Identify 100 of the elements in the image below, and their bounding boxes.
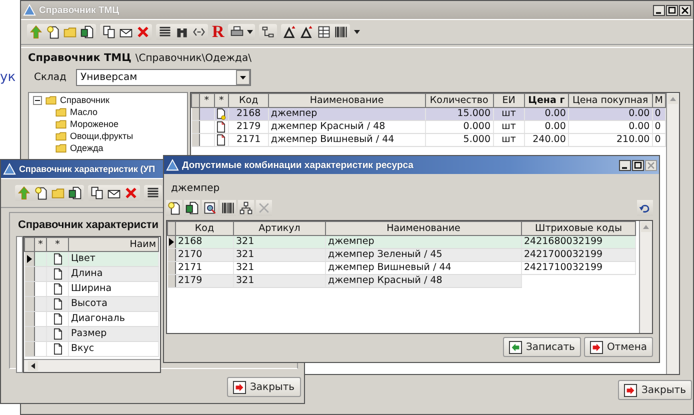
new-document-icon[interactable] [34,186,48,200]
barcode-icon[interactable] [334,25,348,39]
table-cell: 321 [236,275,254,286]
window-title: Допустимые комбинации характеристик ресурса [182,160,414,170]
table-cell: джемпер [328,236,374,247]
column-header[interactable]: * [214,94,229,108]
document-save-icon[interactable] [80,25,94,39]
exit-icon [624,384,638,396]
printer-icon[interactable] [230,25,244,39]
folder-icon [45,94,57,106]
table-icon[interactable] [317,25,332,39]
column-header[interactable]: * [46,238,68,252]
column-header[interactable]: М [652,94,666,108]
column-header[interactable]: Код [176,222,234,236]
tree-item[interactable]: Мороженое [70,119,119,129]
table-cell: 2171 [228,134,268,146]
column-header[interactable]: * [34,238,46,252]
column-header[interactable]: Наименование [326,222,522,236]
new-document-icon[interactable] [166,200,182,216]
table-cell: 2168 [178,236,202,247]
close-window-button[interactable]: Закрыть [618,380,692,400]
cancel-button[interactable]: Отмена [584,337,653,357]
column-header[interactable]: Наименование [268,94,426,108]
scrollbar[interactable] [666,93,679,374]
collapse-toggle-icon[interactable] [33,96,42,104]
caret-icon[interactable] [247,30,254,34]
document-icon [52,253,62,265]
scroll-left-icon[interactable] [28,361,38,371]
warehouse-dropdown[interactable]: Универсам [76,69,252,86]
table-cell: джемпер [268,108,426,120]
document-search-icon[interactable] [202,200,218,216]
column-header[interactable]: * [199,94,214,108]
warehouse-label: Склад [34,72,66,83]
copy-icon[interactable] [102,25,116,39]
new-document-icon [216,108,226,120]
close-button[interactable] [679,4,691,16]
column-header[interactable]: Штриховые коды [522,222,636,236]
folder-icon [55,106,67,118]
table-cell: 2179 [178,275,202,286]
column-header[interactable]: Наим [68,238,158,252]
table-cell: Вкус [68,342,158,356]
window-title: Справочник характеристик (УП [19,164,156,174]
table-cell: Длина [68,266,158,282]
new-document-icon[interactable] [46,25,60,39]
close-window-button[interactable]: Закрыть [227,377,301,397]
minimize-button[interactable] [619,160,631,170]
table-cell: 2171 [178,262,202,273]
minimize-button[interactable] [653,4,665,16]
window-title: Справочник ТМЦ [39,4,120,16]
tree-item[interactable]: Одежда [70,143,104,153]
tree-item[interactable]: Справочник [60,95,110,105]
lines-icon[interactable] [158,25,172,39]
tree-icon[interactable] [261,25,276,39]
maximize-button[interactable] [632,160,644,170]
scrollbar[interactable] [24,359,160,372]
column-header[interactable]: Код [228,94,268,108]
table-cell: 2421680032199 [524,236,603,247]
lines-icon[interactable] [146,186,160,200]
background-text: ук [0,70,16,85]
tree-item[interactable]: Овощи,фрукты [70,131,134,141]
table-cell: Размер [68,326,158,342]
table-cell: 0.00 [568,108,652,120]
folder-icon [55,142,67,154]
table-cell: Высота [68,296,158,312]
exit-icon [233,380,246,394]
table-cell: шт [493,134,524,146]
tree-item[interactable]: Масло [70,107,98,117]
document-save-icon[interactable] [68,186,82,200]
scrollbar[interactable] [639,221,652,333]
row-pointer-icon [26,255,32,263]
table-cell: джемпер Зеленый / 45 [328,249,442,260]
table-cell: 2421700032199 [524,249,603,260]
hierarchy-icon[interactable] [238,200,254,216]
font-size-icon[interactable] [300,25,314,39]
document-icon [216,134,226,146]
column-header[interactable]: Артикул [234,222,326,236]
app-icon [166,158,179,172]
copy-icon[interactable] [90,186,104,200]
exit-icon [590,340,603,354]
column-header[interactable]: Цена покупная [568,94,652,108]
undo-icon[interactable] [637,200,653,216]
column-header[interactable]: ЕИ [493,94,524,108]
column-header[interactable]: Цена г [524,94,568,108]
table-cell: джемпер Красный / 48 [268,120,426,134]
delete-icon[interactable] [136,25,150,39]
caret-icon[interactable] [354,30,360,34]
app-icon [3,162,16,176]
barcode-icon[interactable] [220,200,236,216]
save-button[interactable]: Записать [503,337,581,357]
folder-icon [55,118,67,130]
document-save-icon[interactable] [184,200,200,216]
directory-title: Справочник ТМЦ [28,52,132,64]
document-icon [52,268,62,280]
table-cell: 0.00 [524,108,568,120]
column-header[interactable]: Количество [425,94,493,108]
delete-icon[interactable] [124,186,138,200]
font-size-icon[interactable] [283,25,298,39]
arrow-left-icon [509,340,522,354]
report-letter-button[interactable]: R [212,23,224,41]
maximize-button[interactable] [666,4,678,16]
